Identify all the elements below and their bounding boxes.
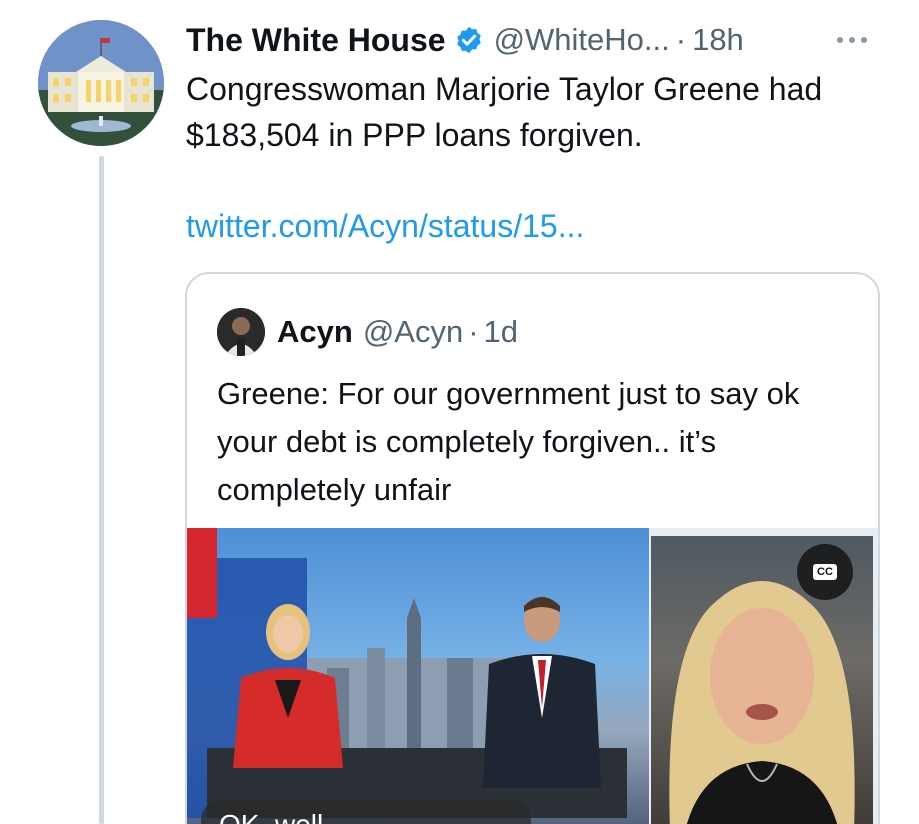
quoted-timestamp[interactable]: 1d [484,314,518,350]
verified-badge-icon [456,26,481,54]
quoted-tweet-header: Acyn @Acyn · 1d [217,306,518,358]
author-display-name[interactable]: The White House [186,22,446,59]
separator-dot: · [468,314,479,349]
tweet-body-text: Congresswoman Marjorie Taylor Greene had… [186,71,823,153]
author-handle[interactable]: @WhiteHo... [494,22,670,58]
acyn-avatar-image [217,308,265,356]
white-house-avatar[interactable] [38,20,164,146]
closed-captions-icon: CC [813,564,837,580]
news-studio-frame [187,528,649,824]
closed-captions-button[interactable]: CC [797,544,853,600]
quoted-tweet-card[interactable]: Acyn @Acyn · 1d Greene: For our governme… [185,272,880,824]
acyn-avatar[interactable] [217,308,265,356]
quoted-author-name[interactable]: Acyn [277,314,353,350]
video-player[interactable]: CC OK, well [187,528,878,824]
tweet-link[interactable]: twitter.com/Acyn/status/15... [186,208,584,245]
studio-backdrop-red [187,528,217,618]
thread-connector-line [99,156,104,824]
more-options-icon[interactable] [832,30,872,50]
quoted-author-handle[interactable]: @Acyn [363,314,463,350]
quoted-tweet-text: Greene: For our government just to say o… [217,376,800,507]
tweet-timestamp[interactable]: 18h [692,22,744,58]
separator-dot: · [675,22,687,57]
white-house-building-image [38,20,164,146]
tweet-header: The White House @WhiteHo... · 18h [186,18,886,62]
female-anchor-image [233,604,343,768]
male-anchor-image [483,597,601,788]
video-caption: OK, well [201,800,531,824]
